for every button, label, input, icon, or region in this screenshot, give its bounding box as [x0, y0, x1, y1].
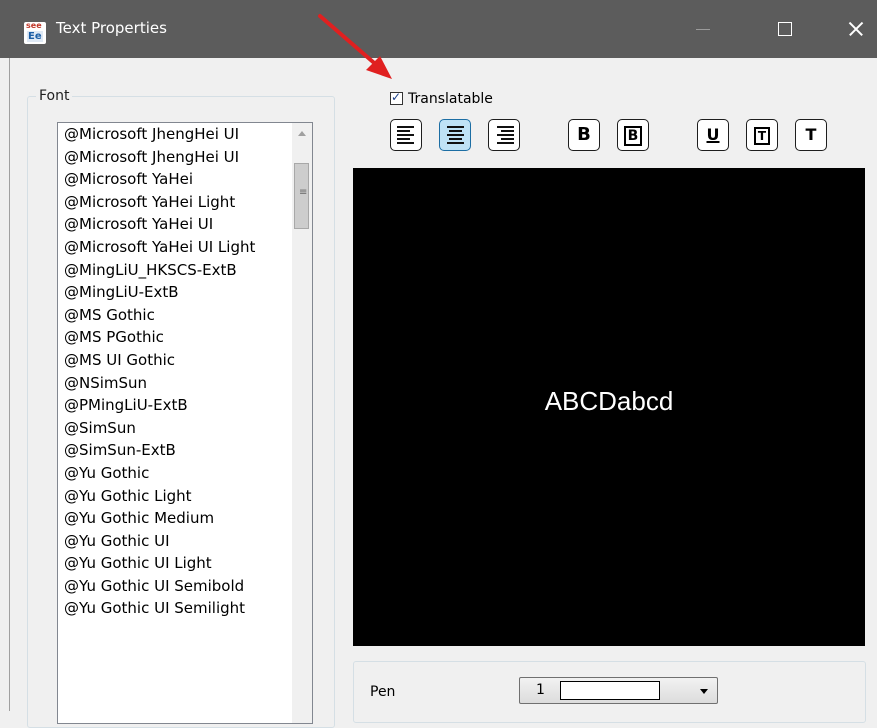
text-preview-panel: ABCDabcd	[353, 168, 865, 646]
font-list-item[interactable]: @Yu Gothic UI Semilight	[58, 597, 286, 620]
scroll-up-arrow-icon[interactable]	[292, 123, 312, 143]
align-right-icon	[497, 126, 514, 146]
align-center-button[interactable]	[439, 119, 471, 151]
arrow-shaft	[318, 14, 382, 70]
scrollbar-thumb[interactable]: ≡	[294, 163, 309, 229]
framed-text-button[interactable]: T	[746, 119, 778, 151]
font-list-item[interactable]: @Microsoft JhengHei UI	[58, 146, 286, 169]
font-list-item[interactable]: @Yu Gothic UI Light	[58, 552, 286, 575]
font-list-item[interactable]: @PMingLiU-ExtB	[58, 394, 286, 417]
checkbox-checked-icon[interactable]	[390, 90, 403, 105]
pen-color-swatch	[560, 681, 660, 700]
font-list-item[interactable]: @MS UI Gothic	[58, 349, 286, 372]
bold-boxed-glyph: B	[623, 126, 643, 146]
font-list-item[interactable]: @Yu Gothic UI	[58, 530, 286, 553]
app-icon: see Ee	[24, 21, 46, 44]
font-list-item[interactable]: @MS Gothic	[58, 304, 286, 327]
font-list-item[interactable]: @MS PGothic	[58, 326, 286, 349]
close-button[interactable]	[832, 14, 876, 44]
title-bar[interactable]: see Ee Text Properties	[0, 0, 877, 58]
red-arrow-annotation	[318, 14, 392, 79]
font-list-item[interactable]: @Microsoft YaHei	[58, 168, 286, 191]
align-right-button[interactable]	[488, 119, 520, 151]
bold-icon: B	[577, 124, 591, 145]
font-listbox[interactable]: @Microsoft JhengHei UI @Microsoft JhengHe…	[57, 122, 313, 724]
dropdown-arrow-icon	[700, 689, 708, 694]
align-center-icon	[447, 126, 464, 146]
font-list-item[interactable]: @Microsoft YaHei Light	[58, 191, 286, 214]
bold-boxed-icon: B	[618, 120, 648, 150]
pen-dropdown[interactable]: 1	[519, 677, 718, 704]
underline-icon: U	[698, 120, 728, 150]
bold-outline-button[interactable]: B	[617, 119, 649, 151]
font-list-item[interactable]: @Yu Gothic UI Semibold	[58, 575, 286, 598]
font-list-item[interactable]: @MingLiU-ExtB	[58, 281, 286, 304]
framed-text-icon: T	[747, 120, 777, 150]
scroll-grip-icon: ≡	[299, 187, 308, 198]
font-list-item[interactable]: @MingLiU_HKSCS-ExtB	[58, 259, 286, 282]
font-list-item[interactable]: @SimSun	[58, 417, 286, 440]
align-left-icon	[397, 126, 414, 146]
framed-text-glyph: T	[753, 127, 771, 145]
minimize-button[interactable]	[682, 14, 726, 44]
preview-text: ABCDabcd	[544, 386, 674, 416]
font-list-items: @Microsoft JhengHei UI @Microsoft JhengHe…	[58, 123, 312, 620]
pen-label: Pen	[370, 684, 396, 700]
plain-text-button[interactable]: T	[795, 119, 827, 151]
font-list-item[interactable]: @Yu Gothic Light	[58, 485, 286, 508]
font-list-scrollbar[interactable]: ≡	[292, 123, 312, 723]
maximize-button[interactable]	[762, 14, 806, 44]
bold-button[interactable]: B	[568, 119, 600, 151]
translatable-label: Translatable	[408, 91, 493, 107]
app-icon-ee-text: Ee	[27, 31, 43, 42]
font-list-item[interactable]: @SimSun-ExtB	[58, 439, 286, 462]
align-left-button[interactable]	[390, 119, 422, 151]
app-icon-see-text: see	[26, 21, 42, 30]
pen-width-value: 1	[536, 682, 545, 698]
font-list-item[interactable]: @Microsoft YaHei UI	[58, 213, 286, 236]
underline-button[interactable]: U	[697, 119, 729, 151]
font-list-item[interactable]: @Microsoft YaHei UI Light	[58, 236, 286, 259]
text-properties-window: see Ee Text Properties Font @Microsoft J…	[0, 0, 877, 728]
text-glyph: T	[805, 125, 817, 144]
underline-glyph: U	[706, 125, 720, 144]
font-list-item[interactable]: @NSimSun	[58, 372, 286, 395]
font-group-label: Font	[36, 88, 73, 104]
font-list-item[interactable]: @Microsoft JhengHei UI	[58, 123, 286, 146]
text-icon: T	[796, 120, 826, 150]
font-list-item[interactable]: @Yu Gothic	[58, 462, 286, 485]
window-title: Text Properties	[56, 19, 167, 37]
font-list-item[interactable]: @Yu Gothic Medium	[58, 507, 286, 530]
